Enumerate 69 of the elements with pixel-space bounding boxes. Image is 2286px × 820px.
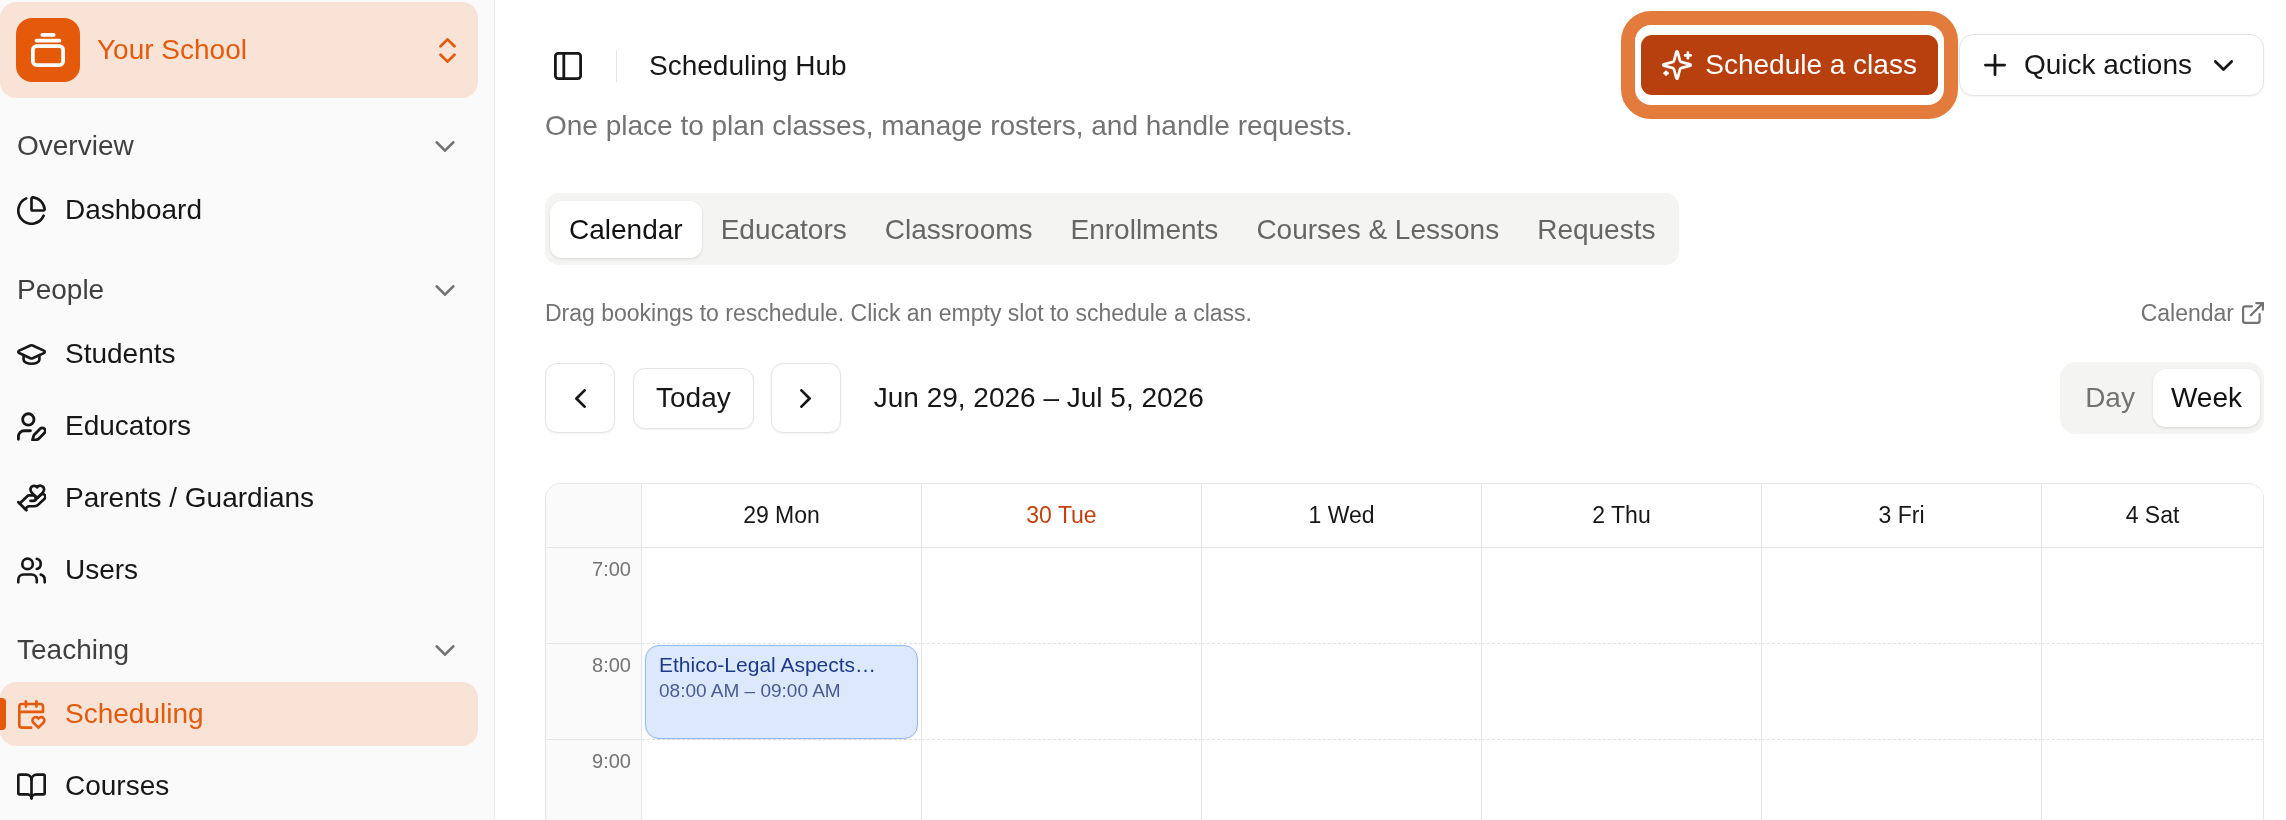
day-label: 4 Sat	[2125, 501, 2180, 531]
sidebar-item[interactable]: Users	[0, 538, 478, 602]
sidebar-item[interactable]: Parents / Guardians	[0, 466, 478, 530]
chevron-down-icon	[435, 140, 455, 152]
section-toggle[interactable]: Overview	[0, 118, 478, 174]
tab[interactable]: Enrollments	[1051, 201, 1238, 258]
sidebar-panel-icon	[554, 52, 582, 80]
hint-text: Drag bookings to reschedule. Click an empty slot to schedule a class.	[545, 299, 1252, 328]
previous-week-button[interactable]	[545, 363, 615, 433]
time-slot[interactable]	[1482, 644, 1762, 740]
tab[interactable]: Calendar	[550, 201, 702, 258]
time-slot[interactable]	[2042, 548, 2264, 644]
open-book-icon	[17, 771, 46, 801]
calendar-heart-icon	[17, 699, 46, 729]
time-slot[interactable]	[1202, 548, 1482, 644]
sidebar-toggle-button[interactable]	[554, 52, 582, 80]
tab[interactable]: Requests	[1518, 201, 1675, 258]
time-label: 9:00	[592, 750, 631, 772]
sparkles-icon	[1662, 50, 1693, 80]
external-link-icon	[2242, 302, 2264, 324]
date-range: Jun 29, 2026 – Jul 5, 2026	[873, 381, 1204, 415]
time-slot[interactable]	[1482, 548, 1762, 644]
time-slot[interactable]	[2042, 644, 2264, 740]
day-label: 29 Mon	[743, 501, 820, 531]
calendar-link[interactable]: Calendar	[2140, 295, 2264, 331]
time-slot[interactable]	[642, 548, 922, 644]
plus-icon	[1983, 54, 2006, 76]
quick-actions-button[interactable]: Quick actions	[1958, 34, 2264, 96]
hand-heart-icon	[17, 483, 46, 513]
sidebar-item[interactable]: Courses	[0, 754, 478, 818]
chevron-down-icon	[435, 644, 455, 656]
today-button[interactable]: Today	[633, 367, 754, 429]
view-tab[interactable]: Week	[2152, 369, 2260, 427]
view-tab[interactable]: Day	[2067, 369, 2153, 427]
sidebar-item[interactable]: Students	[0, 322, 478, 386]
section-toggle[interactable]: People	[0, 262, 478, 318]
time-slot[interactable]	[1762, 644, 2042, 740]
booking-title: Ethico-Legal Aspects…	[659, 652, 877, 678]
active-indicator	[0, 698, 6, 730]
day-label: 3 Fri	[1878, 501, 1925, 531]
day-label: 2 Thu	[1592, 501, 1651, 531]
tray-logo-icon	[16, 18, 80, 82]
schedule-class-button[interactable]: Schedule a class	[1641, 35, 1938, 95]
next-week-button[interactable]	[770, 363, 841, 433]
section-toggle[interactable]: Teaching	[0, 622, 478, 678]
time-slot[interactable]	[922, 644, 1202, 740]
chevron-down-icon	[435, 284, 455, 296]
time-label: 7:00	[592, 558, 631, 580]
pie-chart-icon	[17, 195, 46, 225]
page-subtitle: One place to plan classes, manage rosters, and handle requests.	[545, 109, 1353, 143]
chevron-left-icon	[574, 388, 586, 408]
day-label: 1 Wed	[1308, 501, 1375, 531]
tab[interactable]: Classrooms	[865, 201, 1052, 258]
booking-time: 08:00 AM – 09:00 AM	[659, 679, 841, 703]
day-label: 30 Tue	[1026, 501, 1097, 531]
time-slot[interactable]	[922, 548, 1202, 644]
users-icon	[17, 555, 46, 585]
chevrons-up-down-icon	[439, 37, 456, 63]
time-slot[interactable]	[1202, 644, 1482, 740]
sidebar-item[interactable]: Dashboard	[0, 178, 478, 242]
time-slot[interactable]	[1762, 548, 2042, 644]
tab[interactable]: Educators	[701, 201, 866, 258]
sidebar-item[interactable]: Educators	[0, 394, 478, 458]
chevron-right-icon	[800, 388, 812, 408]
time-label: 8:00	[592, 654, 631, 676]
chevron-down-icon	[2214, 59, 2233, 71]
user-pen-icon	[17, 411, 46, 441]
page-title: Scheduling Hub	[649, 50, 847, 82]
tab[interactable]: Courses & Lessons	[1237, 201, 1519, 258]
